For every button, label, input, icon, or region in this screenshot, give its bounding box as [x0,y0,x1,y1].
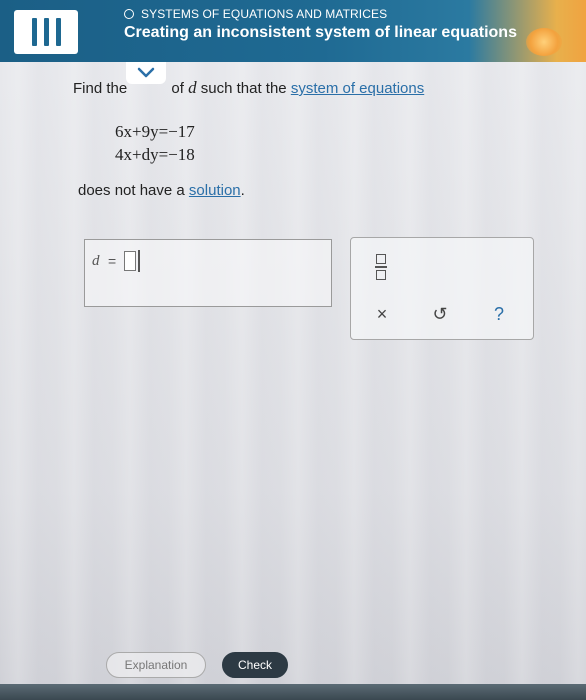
system-of-equations-link[interactable]: system of equations [291,80,424,97]
question-prefix: Find the [73,80,132,97]
answer-input[interactable] [124,251,136,271]
equation-1: 6x+9y=−17 [115,122,195,141]
help-button[interactable]: ? [488,303,510,325]
fraction-bar-icon [375,266,387,268]
help-icon: ? [493,303,504,324]
question-suffix: such that the [196,80,291,97]
condition-prefix: does not have a [78,182,189,199]
condition-suffix: . [240,182,245,199]
text-cursor [138,250,140,272]
topic-header: SYSTEMS OF EQUATIONS AND MATRICES Creati… [0,0,586,62]
fraction-denominator-icon [376,270,386,280]
undo-icon: ↺ [432,303,448,324]
equation-system: 6x+9y=−17 4x+dy=−18 [115,120,195,166]
section-text: SYSTEMS OF EQUATIONS AND MATRICES [141,7,388,21]
question-variable: d [188,78,197,97]
section-label: SYSTEMS OF EQUATIONS AND MATRICES [124,7,387,21]
menu-button[interactable] [14,10,78,54]
condition-text: does not have a solution. [78,182,245,199]
answer-area[interactable] [84,239,332,307]
menu-icon-bar-1 [32,18,37,46]
undo-button[interactable]: ↺ [429,303,451,325]
answer-variable-label: d [92,253,100,269]
fraction-numerator-icon [376,254,386,264]
menu-icon-bar-2 [44,18,49,46]
close-icon: × [376,303,388,324]
equation-2: 4x+dy=−18 [115,145,195,164]
explanation-button[interactable]: Explanation [106,652,206,678]
check-button[interactable]: Check [222,652,288,678]
clear-button[interactable]: × [371,303,393,325]
screen-bottom-edge [0,684,586,700]
progress-circle-icon [124,9,134,19]
menu-icon-bar-3 [56,18,61,46]
solution-link[interactable]: solution [189,182,241,199]
screen-glare [526,28,562,56]
question-text: Find the value of d such that the system… [73,78,424,98]
screen-background [0,60,586,700]
question-middle: of [167,80,189,97]
answer-equals-sign: = [108,253,117,269]
fraction-button[interactable] [375,253,387,281]
page-title: Creating an inconsistent system of linea… [124,24,517,41]
